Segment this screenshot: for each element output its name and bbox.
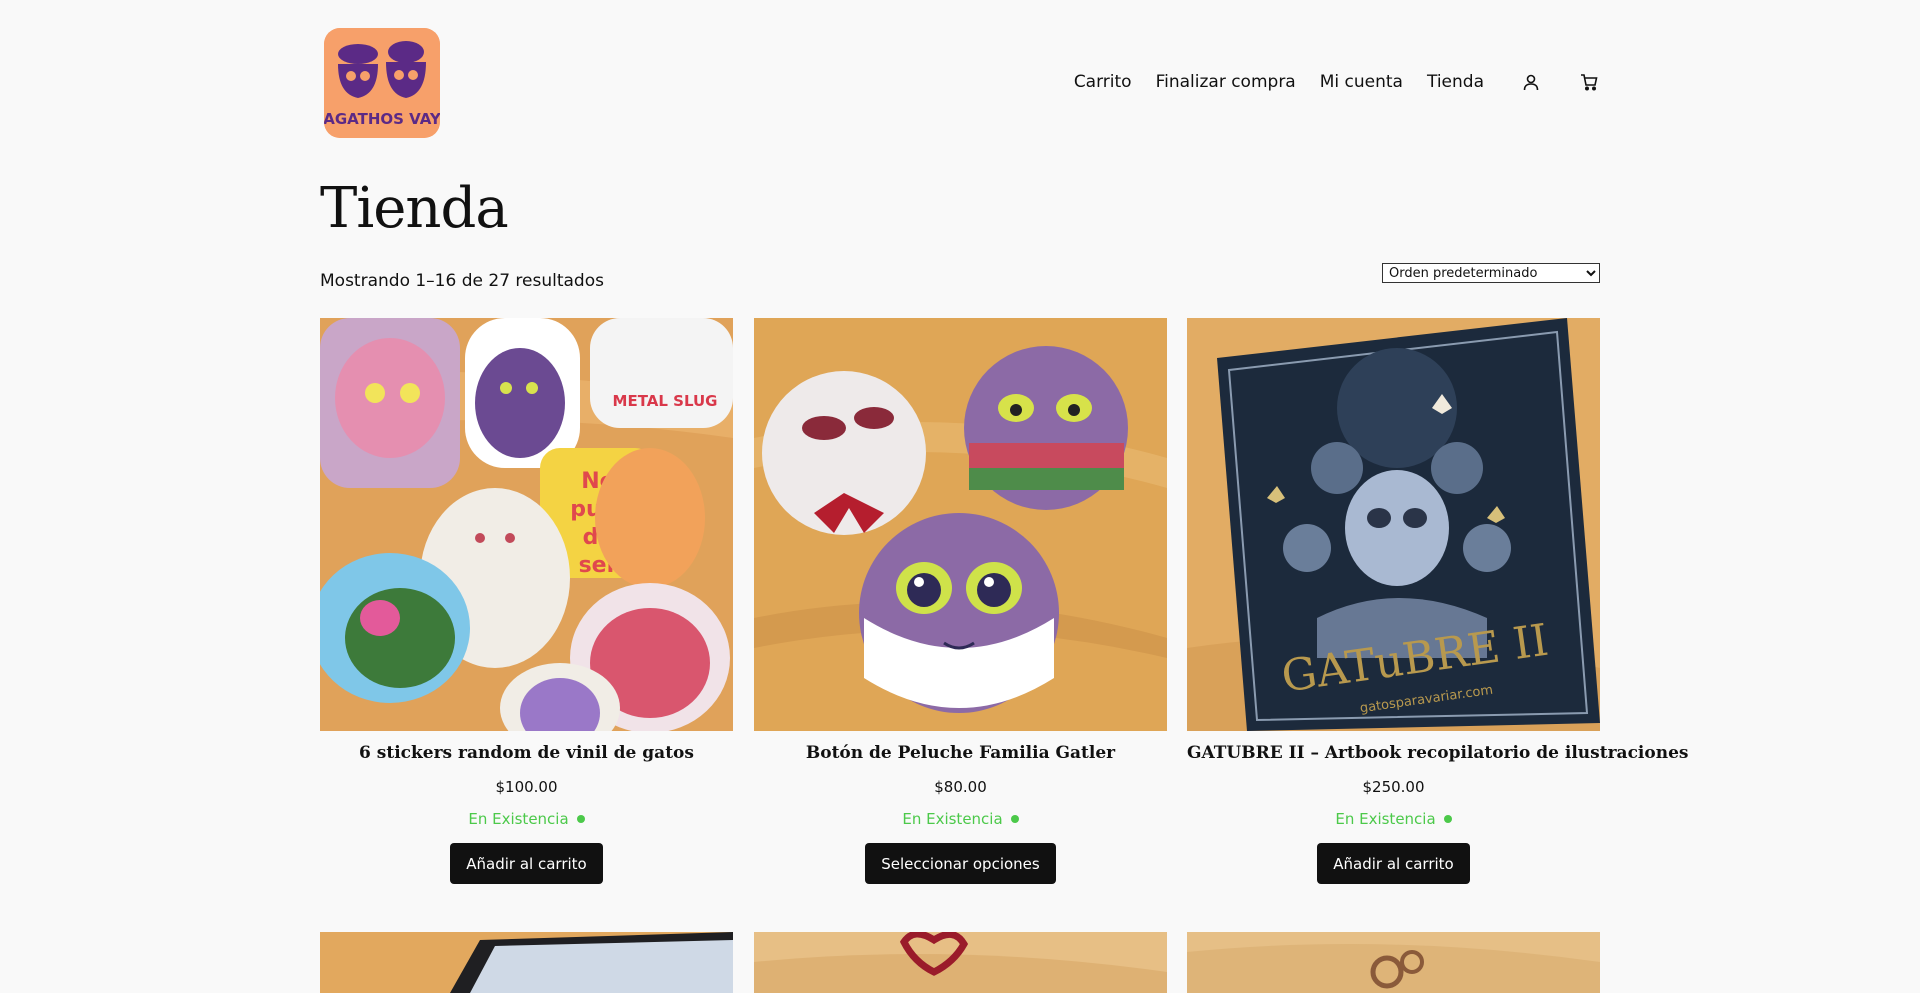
logo-image: AGATHOS VAY [324, 28, 440, 138]
cart-icon[interactable] [1578, 71, 1600, 93]
product-card: METAL SLUG No pue- de ser 6 stickers ran… [320, 318, 733, 884]
product-image-stickers[interactable]: METAL SLUG No pue- de ser [320, 318, 733, 731]
product-title[interactable]: GATUBRE II – Artbook recopilatorio de il… [1187, 743, 1688, 767]
product-price: $80.00 [934, 778, 987, 796]
in-stock-dot-icon [576, 815, 585, 823]
add-to-cart-button[interactable]: Añadir al carrito [450, 843, 603, 884]
select-options-button[interactable]: Seleccionar opciones [865, 843, 1056, 884]
nav-mi-cuenta[interactable]: Mi cuenta [1320, 72, 1403, 92]
stock-status: En Existencia [320, 810, 733, 828]
product-image-gatubre[interactable]: GATuBRE II gatosparavariar.com [1187, 318, 1600, 731]
main-nav: Carrito Finalizar compra Mi cuenta Tiend… [1050, 68, 1600, 96]
nav-finalizar-compra[interactable]: Finalizar compra [1156, 72, 1296, 92]
in-stock-dot-icon [1010, 815, 1019, 823]
svg-text:AGATHOS VAY: AGATHOS VAY [324, 110, 440, 128]
site-header: AGATHOS VAY Carrito Finalizar compra Mi … [320, 28, 1600, 138]
product-image-row2-1[interactable] [320, 932, 733, 993]
add-to-cart-button[interactable]: Añadir al carrito [1317, 843, 1470, 884]
stock-label: En Existencia [468, 810, 569, 828]
stock-label: En Existencia [902, 810, 1003, 828]
orderby-select[interactable]: Orden predeterminado [1382, 263, 1600, 283]
product-image-botones[interactable] [754, 318, 1167, 731]
stock-label: En Existencia [1335, 810, 1436, 828]
product-title[interactable]: 6 stickers random de vinil de gatos [320, 743, 733, 767]
in-stock-dot-icon [1443, 815, 1452, 823]
product-price: $100.00 [495, 778, 558, 796]
product-price: $250.00 [1362, 778, 1425, 796]
nav-carrito[interactable]: Carrito [1074, 72, 1132, 92]
site-logo[interactable]: AGATHOS VAY [324, 28, 440, 138]
product-image-row2-3[interactable] [1187, 932, 1600, 993]
stock-status: En Existencia [754, 810, 1167, 828]
stock-status: En Existencia [1187, 810, 1600, 828]
page-title: Tienda [320, 176, 509, 241]
nav-tienda[interactable]: Tienda [1427, 72, 1484, 92]
product-title[interactable]: Botón de Peluche Familia Gatler [754, 743, 1167, 767]
result-count: Mostrando 1–16 de 27 resultados [320, 271, 604, 291]
product-card: Botón de Peluche Familia Gatler $80.00 E… [754, 318, 1167, 884]
product-image-row2-2[interactable] [754, 932, 1167, 993]
account-icon[interactable] [1520, 71, 1542, 93]
product-card: GATuBRE II gatosparavariar.com GATUBRE I… [1187, 318, 1688, 884]
svg-text:METAL SLUG: METAL SLUG [613, 392, 718, 410]
